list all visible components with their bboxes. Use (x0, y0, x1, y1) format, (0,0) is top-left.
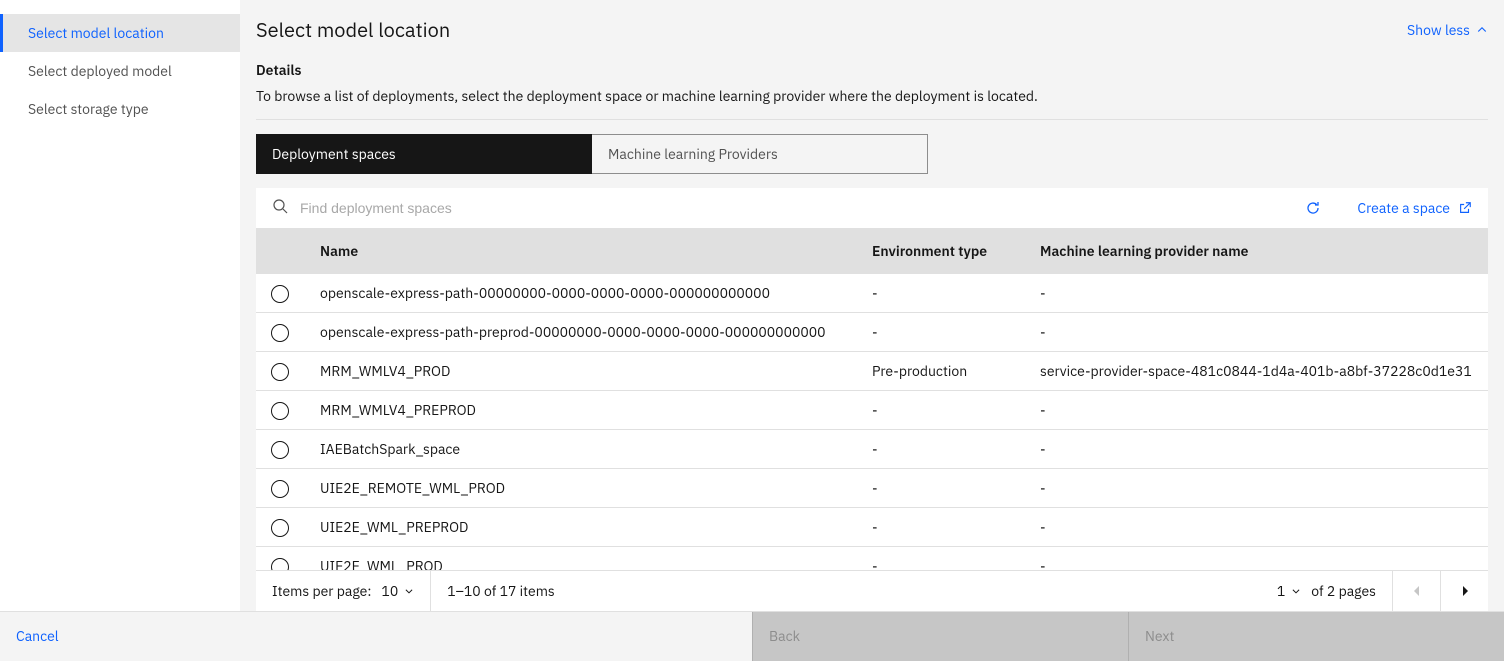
sidebar-item-label: Select deployed model (28, 62, 172, 80)
wizard-footer: Cancel Back Next (0, 611, 1504, 661)
chevron-down-icon (1291, 586, 1301, 596)
sidebar-item-label: Select storage type (28, 100, 149, 118)
cell-provider: - (1024, 313, 1488, 352)
cell-env: - (856, 547, 1024, 570)
refresh-icon (1305, 200, 1321, 216)
row-radio[interactable] (271, 480, 289, 498)
cell-name: MRM_WMLV4_PREPROD (304, 391, 856, 430)
create-space-label: Create a space (1357, 199, 1450, 217)
pagination-bar: Items per page: 10 1–10 of 17 items 1 (256, 570, 1488, 611)
items-per-page-select[interactable]: 10 (381, 582, 414, 600)
tab-label: Machine learning Providers (608, 145, 778, 163)
cell-provider: - (1024, 430, 1488, 469)
col-header-name[interactable]: Name (304, 228, 856, 274)
sidebar-item-label: Select model location (28, 24, 164, 42)
cell-env: Pre-production (856, 352, 1024, 391)
row-radio[interactable] (271, 519, 289, 537)
chevron-down-icon (404, 586, 414, 596)
search-icon (272, 198, 288, 218)
deployment-spaces-table: Create a space Name Environment type Mac… (256, 188, 1488, 611)
content-area: Select model location Show less Details … (240, 0, 1504, 611)
sidebar-item-select-model-location[interactable]: Select model location (0, 14, 240, 52)
cell-name: IAEBatchSpark_space (304, 430, 856, 469)
col-header-env[interactable]: Environment type (856, 228, 1024, 274)
table-row[interactable]: openscale-express-path-preprod-00000000-… (256, 313, 1488, 352)
cell-env: - (856, 313, 1024, 352)
cell-env: - (856, 508, 1024, 547)
prev-page-button[interactable] (1392, 571, 1440, 611)
table-row[interactable]: MRM_WMLV4_PRODPre-productionservice-prov… (256, 352, 1488, 391)
back-label: Back (769, 627, 800, 645)
table-row[interactable]: IAEBatchSpark_space-- (256, 430, 1488, 469)
show-less-label: Show less (1407, 21, 1470, 39)
back-button[interactable]: Back (752, 612, 1128, 661)
cell-provider: - (1024, 391, 1488, 430)
range-text: 1–10 of 17 items (447, 582, 555, 600)
cell-provider: - (1024, 274, 1488, 313)
caret-left-icon (1413, 585, 1421, 597)
row-radio[interactable] (271, 558, 289, 570)
next-page-button[interactable] (1440, 571, 1488, 611)
tab-ml-providers[interactable]: Machine learning Providers (592, 134, 928, 174)
cell-env: - (856, 391, 1024, 430)
details-heading: Details (256, 61, 1488, 79)
col-header-select (256, 228, 304, 274)
table-row[interactable]: UIE2E_WML_PREPROD-- (256, 508, 1488, 547)
cell-provider: - (1024, 469, 1488, 508)
cell-env: - (856, 469, 1024, 508)
page-select[interactable]: 1 (1277, 582, 1301, 600)
row-radio[interactable] (271, 441, 289, 459)
cell-name: openscale-express-path-00000000-0000-000… (304, 274, 856, 313)
cell-provider: service-provider-space-481c0844-1d4a-401… (1024, 352, 1488, 391)
cell-name: openscale-express-path-preprod-00000000-… (304, 313, 856, 352)
details-text: To browse a list of deployments, select … (256, 87, 1488, 120)
search-input[interactable] (300, 200, 1285, 216)
page-title: Select model location (256, 16, 450, 43)
col-header-provider[interactable]: Machine learning provider name (1024, 228, 1488, 274)
row-radio[interactable] (271, 402, 289, 420)
sidebar-item-select-deployed-model[interactable]: Select deployed model (0, 52, 240, 90)
cell-provider: - (1024, 547, 1488, 570)
pages-text: of 2 pages (1311, 582, 1376, 600)
wizard-sidebar: Select model location Select deployed mo… (0, 0, 240, 611)
cell-name: UIE2E_WML_PROD (304, 547, 856, 570)
row-radio[interactable] (271, 285, 289, 303)
tab-deployment-spaces[interactable]: Deployment spaces (256, 134, 592, 174)
cell-env: - (856, 430, 1024, 469)
location-tabs: Deployment spaces Machine learning Provi… (256, 134, 1488, 174)
create-space-link[interactable]: Create a space (1341, 199, 1472, 217)
launch-icon (1458, 201, 1472, 215)
cell-name: UIE2E_REMOTE_WML_PROD (304, 469, 856, 508)
refresh-button[interactable] (1297, 200, 1329, 216)
cell-provider: - (1024, 508, 1488, 547)
row-radio[interactable] (271, 363, 289, 381)
cancel-button[interactable]: Cancel (0, 612, 752, 661)
next-button[interactable]: Next (1128, 612, 1504, 661)
tab-label: Deployment spaces (272, 145, 396, 163)
chevron-up-icon (1476, 24, 1488, 36)
items-per-page-label: Items per page: (272, 582, 371, 600)
next-label: Next (1145, 627, 1174, 645)
cell-name: UIE2E_WML_PREPROD (304, 508, 856, 547)
table-row[interactable]: UIE2E_WML_PROD-- (256, 547, 1488, 570)
cell-name: MRM_WMLV4_PROD (304, 352, 856, 391)
show-less-toggle[interactable]: Show less (1407, 21, 1488, 39)
items-per-page-value: 10 (381, 582, 398, 600)
sidebar-item-select-storage-type[interactable]: Select storage type (0, 90, 240, 128)
cell-env: - (856, 274, 1024, 313)
row-radio[interactable] (271, 324, 289, 342)
table-row[interactable]: UIE2E_REMOTE_WML_PROD-- (256, 469, 1488, 508)
cancel-label: Cancel (16, 627, 59, 645)
page-value: 1 (1277, 582, 1285, 600)
table-row[interactable]: openscale-express-path-00000000-0000-000… (256, 274, 1488, 313)
caret-right-icon (1461, 585, 1469, 597)
table-row[interactable]: MRM_WMLV4_PREPROD-- (256, 391, 1488, 430)
